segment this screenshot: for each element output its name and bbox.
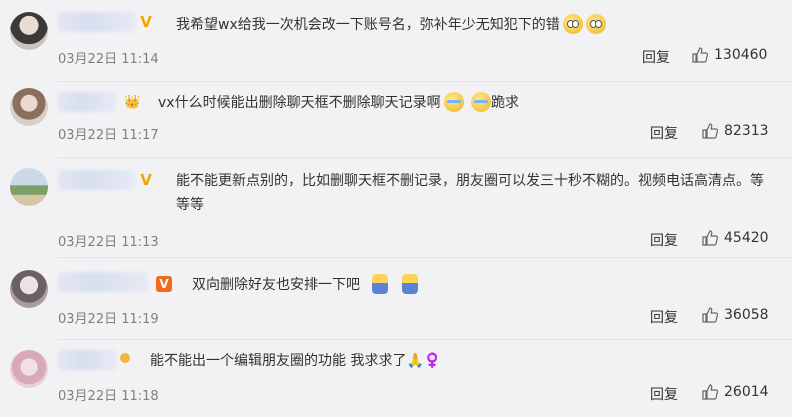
verified-badge-icon: V [140, 171, 152, 189]
like-count: 36058 [724, 307, 769, 323]
thumbs-up-icon [702, 123, 718, 139]
username-blurred[interactable] [58, 350, 116, 370]
comment-item: V 能不能更新点别的，比如删聊天框不删记录，朋友圈可以发三十秒不糊的。视频电话高… [0, 158, 792, 258]
thumbs-up-icon [702, 230, 718, 246]
comment-date: 03月22日 11:19 [58, 312, 159, 327]
comment-body: 能不能更新点别的，比如删聊天框不删记录，朋友圈可以发三十秒不糊的。视频电话高清点… [176, 173, 764, 213]
reply-button[interactable]: 回复 [650, 384, 678, 404]
avatar[interactable] [10, 270, 48, 308]
comment-body: 我希望wx给我一次机会改一下账号名，弥补年少无知犯下的错 [176, 17, 560, 33]
reply-button[interactable]: 回复 [650, 230, 678, 250]
comment-body: 能不能出一个编辑朋友圈的功能 我求求了🙏‍♀ [150, 353, 442, 369]
username-blurred[interactable] [58, 12, 136, 32]
comment-date: 03月22日 11:14 [58, 52, 159, 67]
comment-text: 我希望wx给我一次机会改一下账号名，弥补年少无知犯下的错 [176, 13, 772, 37]
like-count: 26014 [724, 384, 769, 400]
comment-text: vx什么时候能出删除聊天框不删除聊天记录啊 跪求 [158, 91, 772, 115]
comment-text: 能不能出一个编辑朋友圈的功能 我求求了🙏‍♀ [150, 349, 772, 373]
thumbs-up-icon [692, 47, 708, 63]
like-button[interactable]: 130460 [692, 47, 767, 63]
reply-button[interactable]: 回复 [650, 123, 678, 143]
comment-item: V 我希望wx给我一次机会改一下账号名，弥补年少无知犯下的错 03月22日 11… [0, 0, 792, 82]
reply-button[interactable]: 回复 [650, 307, 678, 327]
gift-emoji-icon [402, 274, 418, 294]
comment-text: 能不能更新点别的，比如删聊天框不删记录，朋友圈可以发三十秒不糊的。视频电话高清点… [176, 169, 766, 217]
avatar[interactable] [10, 12, 48, 50]
avatar[interactable] [10, 88, 48, 126]
like-button[interactable]: 36058 [702, 307, 769, 323]
comment-suffix: 跪求 [491, 95, 520, 111]
username-blurred[interactable] [58, 272, 148, 292]
crying-emoji-icon [471, 92, 492, 112]
like-count: 45420 [724, 230, 769, 246]
comment-body: vx什么时候能出删除聊天框不删除聊天记录啊 [158, 95, 441, 111]
like-button[interactable]: 26014 [702, 384, 769, 400]
comment-list: V 我希望wx给我一次机会改一下账号名，弥补年少无知犯下的错 03月22日 11… [0, 0, 792, 417]
comment-meta: 03月22日 11:17 回复 82313 [58, 123, 774, 144]
thumbs-up-icon [702, 384, 718, 400]
thumbs-up-icon [702, 307, 718, 323]
avatar[interactable] [10, 350, 48, 388]
verified-badge-icon: V [156, 276, 172, 292]
comment-item: V 双向删除好友也安排一下吧 03月22日 11:19 回复 36058 [0, 258, 792, 340]
username-blurred[interactable] [58, 170, 136, 190]
comment-date: 03月22日 11:13 [58, 235, 159, 250]
verified-badge-icon: V [140, 13, 152, 31]
comment-meta: 03月22日 11:13 回复 45420 [58, 230, 774, 251]
comment-body: 双向删除好友也安排一下吧 [192, 277, 360, 293]
like-count: 130460 [714, 47, 768, 63]
comment-item: 👑 vx什么时候能出删除聊天框不删除聊天记录啊 跪求 03月22日 11:17 … [0, 82, 792, 158]
crown-badge-icon: 👑 [124, 95, 141, 110]
shocked-emoji-icon [562, 14, 583, 34]
like-button[interactable]: 45420 [702, 230, 769, 246]
like-count: 82313 [724, 123, 769, 139]
avatar[interactable] [10, 168, 48, 206]
comment-date: 03月22日 11:18 [58, 389, 159, 404]
shocked-emoji-icon [585, 14, 606, 34]
comment-meta: 03月22日 11:14 回复 130460 [58, 47, 774, 68]
username-blurred[interactable] [58, 92, 116, 112]
gift-emoji-icon [372, 274, 388, 294]
comment-item: 能不能出一个编辑朋友圈的功能 我求求了🙏‍♀ 03月22日 11:18 回复 2… [0, 340, 792, 417]
reply-button[interactable]: 回复 [642, 47, 670, 67]
comment-date: 03月22日 11:17 [58, 128, 159, 143]
comment-text: 双向删除好友也安排一下吧 [192, 273, 772, 297]
like-button[interactable]: 82313 [702, 123, 769, 139]
comment-meta: 03月22日 11:19 回复 36058 [58, 307, 774, 328]
member-badge-icon [120, 353, 130, 363]
crying-emoji-icon [443, 92, 464, 112]
comment-meta: 03月22日 11:18 回复 26014 [58, 384, 774, 405]
